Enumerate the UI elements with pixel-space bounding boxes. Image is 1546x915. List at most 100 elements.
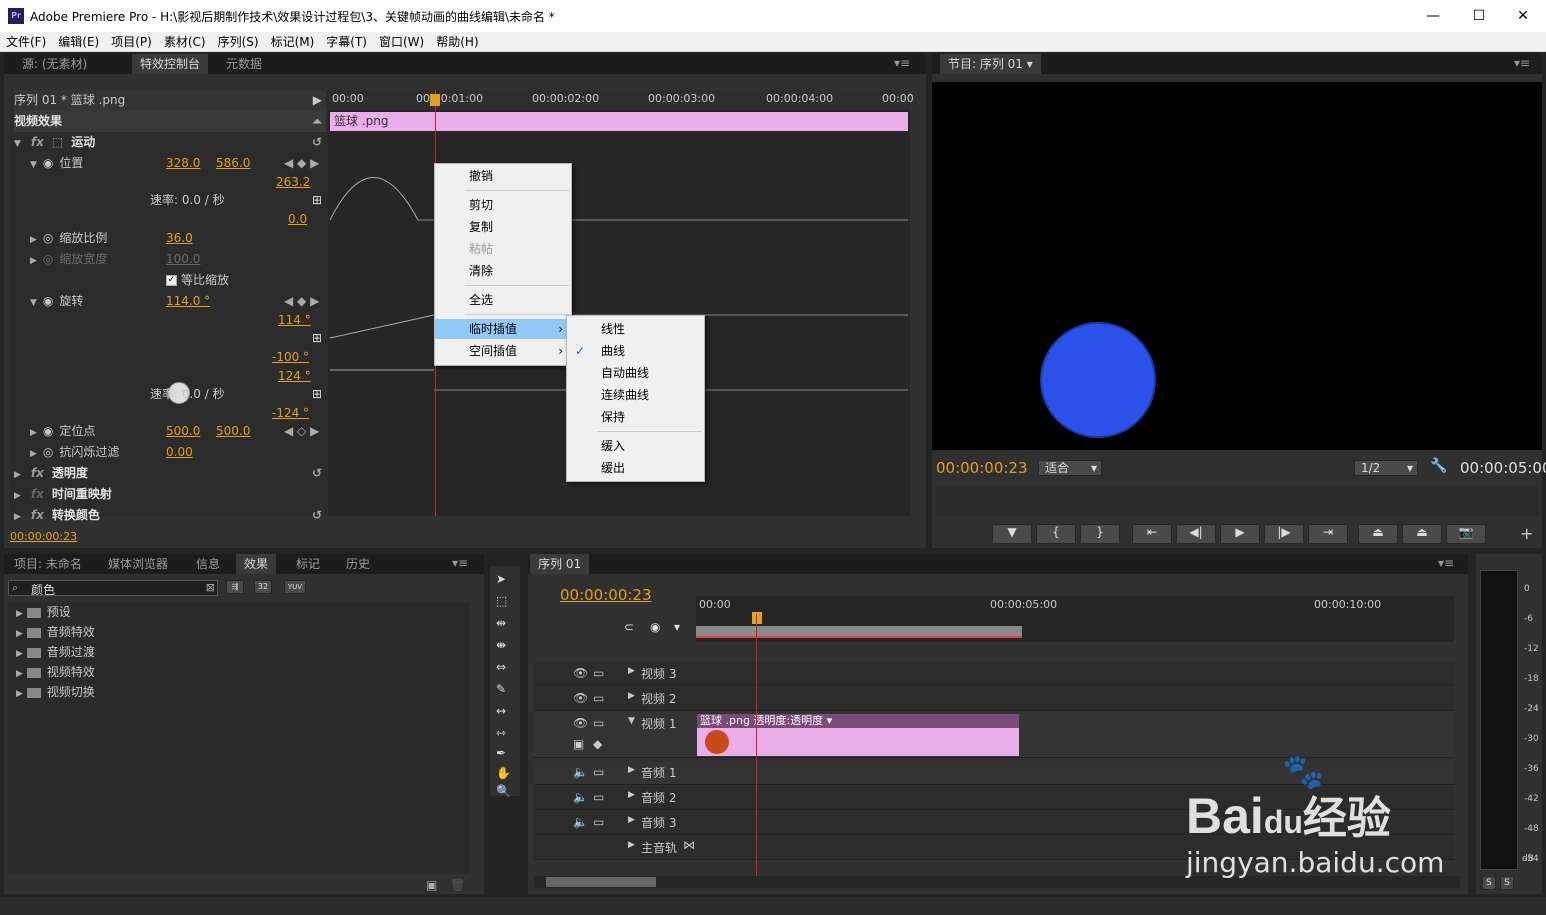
eye-icon[interactable]: 👁 <box>573 691 588 705</box>
accelerated-effects-icon[interactable]: ⇶ <box>226 580 244 594</box>
color-replace-row[interactable]: ▶ fx 转换颜色 ↺ <box>14 505 326 526</box>
add-button-icon[interactable]: + <box>1520 524 1533 543</box>
sequence-ruler[interactable]: 00:00 00:00:05:00 00:00:10:00 <box>696 596 1454 642</box>
program-time-ruler[interactable] <box>936 486 1538 516</box>
lock-icon[interactable]: ▭ <box>593 666 604 680</box>
eye-icon[interactable]: 👁 <box>573 716 588 730</box>
clip-title-bar[interactable]: 篮球 .png 透明度:透明度 ▾ <box>697 714 1019 728</box>
panel-menu-icon[interactable]: ▾≡ <box>894 56 910 70</box>
panel-menu-icon[interactable]: ▾≡ <box>1514 56 1530 70</box>
new-bin-icon[interactable]: ▣ <box>426 878 437 892</box>
triangle-right-icon[interactable]: ▶ <box>14 491 21 501</box>
tab-program[interactable]: 节目: 序列 01 ▾ <box>940 54 1041 74</box>
selection-tool-icon[interactable]: ➤ <box>496 572 506 586</box>
menu-item-spatial-interpolation[interactable]: 空间插值 › <box>435 341 571 361</box>
triangle-down-icon[interactable]: ▼ <box>30 160 37 170</box>
go-to-in-button[interactable]: ⇤ <box>1132 524 1172 544</box>
folder-audio-transitions[interactable]: ▶ 音频过渡 <box>16 642 95 663</box>
track-select-tool-icon[interactable]: ⬚ <box>496 594 507 608</box>
submenu-item-ease-in[interactable]: 缓入 <box>567 436 704 456</box>
folder-presets[interactable]: ▶ 预设 <box>16 602 71 623</box>
clear-search-icon[interactable]: ⊠ <box>206 581 215 594</box>
triangle-right-icon[interactable]: ▶ <box>16 689 23 699</box>
minimize-icon[interactable]: — <box>1410 0 1456 32</box>
stopwatch-icon[interactable]: ◉ <box>43 294 53 308</box>
flicker-value[interactable]: 0.00 <box>166 442 193 463</box>
rotation-value[interactable]: 114.0 ° <box>166 291 210 312</box>
position-y-value[interactable]: 586.0 <box>216 153 250 174</box>
lock-icon[interactable]: ▭ <box>593 691 604 705</box>
play-button[interactable]: ▶ <box>1220 524 1260 544</box>
triangle-down-icon[interactable]: ▼ <box>14 139 21 149</box>
submenu-item-hold[interactable]: 保持 <box>567 407 704 427</box>
triangle-right-icon[interactable]: ▶ <box>14 470 21 480</box>
graph-toggle-icon[interactable]: ⊞ <box>312 384 322 405</box>
triangle-right-icon[interactable]: ▶ <box>30 235 37 245</box>
lift-button[interactable]: ⏏ <box>1358 524 1398 544</box>
step-back-button[interactable]: ◀| <box>1176 524 1216 544</box>
rolling-edit-tool-icon[interactable]: ⇼ <box>496 638 506 652</box>
folder-video-transitions[interactable]: ▶ 视频切换 <box>16 682 95 703</box>
submenu-item-continuous-bezier[interactable]: 连续曲线 <box>567 385 704 405</box>
lock-icon[interactable]: ▭ <box>593 765 604 779</box>
tab-source[interactable]: 源: (无素材) <box>14 54 95 74</box>
maximize-icon[interactable]: ☐ <box>1456 0 1502 32</box>
slide-tool-icon[interactable]: ⇿ <box>496 726 506 740</box>
menu-item-copy[interactable]: 复制 <box>435 217 571 237</box>
tab-markers[interactable]: 标记 <box>288 554 328 574</box>
menu-sequence[interactable]: 序列(S) <box>212 32 265 52</box>
program-viewer[interactable] <box>932 82 1542 450</box>
reset-icon[interactable]: ↺ <box>312 132 322 153</box>
export-frame-button[interactable]: 📷 <box>1446 524 1486 544</box>
tab-metadata[interactable]: 元数据 <box>218 54 270 74</box>
program-timecode[interactable]: 00:00:00:23 <box>936 459 1028 477</box>
solo-left-button[interactable]: S <box>1482 876 1496 890</box>
solo-right-button[interactable]: S <box>1500 876 1514 890</box>
reset-icon[interactable]: ↺ <box>312 505 322 526</box>
anchor-x-value[interactable]: 500.0 <box>166 421 200 442</box>
panel-menu-icon[interactable]: ▾≡ <box>1438 556 1454 570</box>
menu-help[interactable]: 帮助(H) <box>430 32 484 52</box>
timeline-scrollbar[interactable] <box>534 876 1460 888</box>
menu-item-clear[interactable]: 清除 <box>435 261 571 281</box>
speaker-icon[interactable]: 🔈 <box>573 815 588 829</box>
menu-item-select-all[interactable]: 全选 <box>435 290 571 310</box>
graph-toggle-icon[interactable]: ⊞ <box>312 328 322 349</box>
menu-clip[interactable]: 素材(C) <box>158 32 212 52</box>
collapse-icon[interactable]: ⏶ <box>312 111 322 132</box>
menu-item-temporal-interpolation[interactable]: 临时插值 › <box>435 319 571 339</box>
graph-toggle-icon[interactable]: ⊞ <box>312 190 322 211</box>
32bit-effects-icon[interactable]: 32 <box>254 580 272 594</box>
fit-dropdown[interactable]: 适合 ▾ <box>1038 460 1102 476</box>
folder-audio-effects[interactable]: ▶ 音频特效 <box>16 622 95 643</box>
menu-file[interactable]: 文件(F) <box>0 32 52 52</box>
time-remap-row[interactable]: ▶ fx 时间重映射 <box>14 484 326 505</box>
triangle-right-icon[interactable]: ▶ <box>30 428 37 438</box>
stopwatch-icon[interactable]: ◎ <box>43 445 53 459</box>
close-icon[interactable]: ✕ <box>1500 0 1546 32</box>
menu-title[interactable]: 字幕(T) <box>320 32 373 52</box>
menu-window[interactable]: 窗口(W) <box>373 32 430 52</box>
sequence-timecode[interactable]: 00:00:00:23 <box>560 586 652 604</box>
reset-icon[interactable]: ↺ <box>312 463 322 484</box>
menu-item-undo[interactable]: 撤销 <box>435 166 571 186</box>
eye-icon[interactable]: 👁 <box>573 666 588 680</box>
tab-effects[interactable]: 效果 <box>236 554 277 574</box>
speaker-icon[interactable]: 🔈 <box>573 765 588 779</box>
menu-project[interactable]: 项目(P) <box>105 32 158 52</box>
step-forward-button[interactable]: |▶ <box>1264 524 1304 544</box>
search-input[interactable]: 颜色 <box>31 581 55 598</box>
lock-icon[interactable]: ▭ <box>593 716 604 730</box>
lock-icon[interactable]: ▭ <box>593 815 604 829</box>
panel-menu-icon[interactable]: ▾≡ <box>452 556 468 570</box>
menu-item-cut[interactable]: 剪切 <box>435 195 571 215</box>
stopwatch-icon[interactable]: ◎ <box>43 231 53 245</box>
lock-icon[interactable]: ▭ <box>593 790 604 804</box>
extract-button[interactable]: ⏏ <box>1402 524 1442 544</box>
stopwatch-icon[interactable]: ◉ <box>43 424 53 438</box>
uniform-scale-row[interactable]: ✓ 等比缩放 <box>166 270 229 291</box>
stopwatch-icon[interactable]: ◉ <box>43 156 53 170</box>
menu-marker[interactable]: 标记(M) <box>265 32 321 52</box>
tab-info[interactable]: 信息 <box>188 554 228 574</box>
add-marker-button[interactable]: ▼ <box>992 524 1032 544</box>
